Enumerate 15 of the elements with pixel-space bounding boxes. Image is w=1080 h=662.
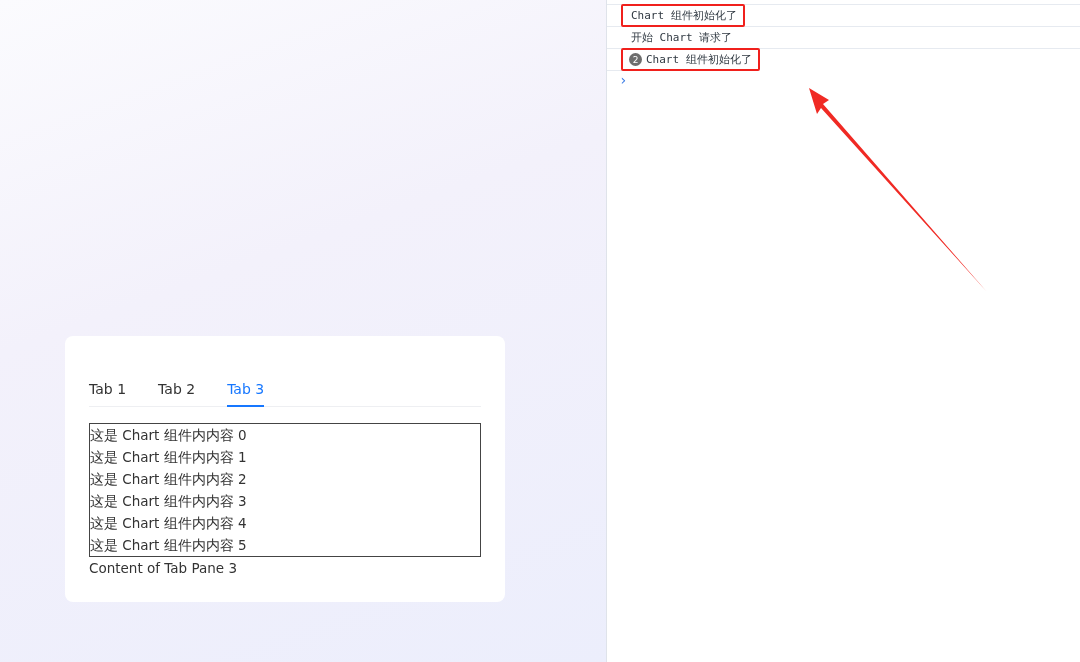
chart-line: 这是 Chart 组件内内容 4: [90, 514, 248, 533]
tab[interactable]: Tab 1: [89, 360, 127, 407]
chart-line: 这是 Chart 组件内内容 2: [90, 470, 248, 489]
console-message: 2 Chart 组件初始化了: [621, 48, 760, 71]
tab[interactable]: Tab 3: [227, 360, 265, 407]
console-message: Chart 组件初始化了: [621, 4, 745, 27]
chart-line: 这是 Chart 组件内内容 0: [90, 426, 248, 445]
chart-line: 这是 Chart 组件内内容 1: [90, 448, 248, 467]
repeat-count-badge: 2: [629, 53, 642, 66]
console-prompt[interactable]: ›: [607, 70, 633, 89]
console-message: 开始 Chart 请求了: [630, 30, 734, 46]
chart-line: 这是 Chart 组件内内容 5: [90, 536, 248, 555]
chart-line: 这是 Chart 组件内内容 3: [90, 492, 248, 511]
pane-text: Content of Tab Pane 3: [89, 559, 238, 578]
tab[interactable]: Tab 2: [158, 360, 196, 407]
